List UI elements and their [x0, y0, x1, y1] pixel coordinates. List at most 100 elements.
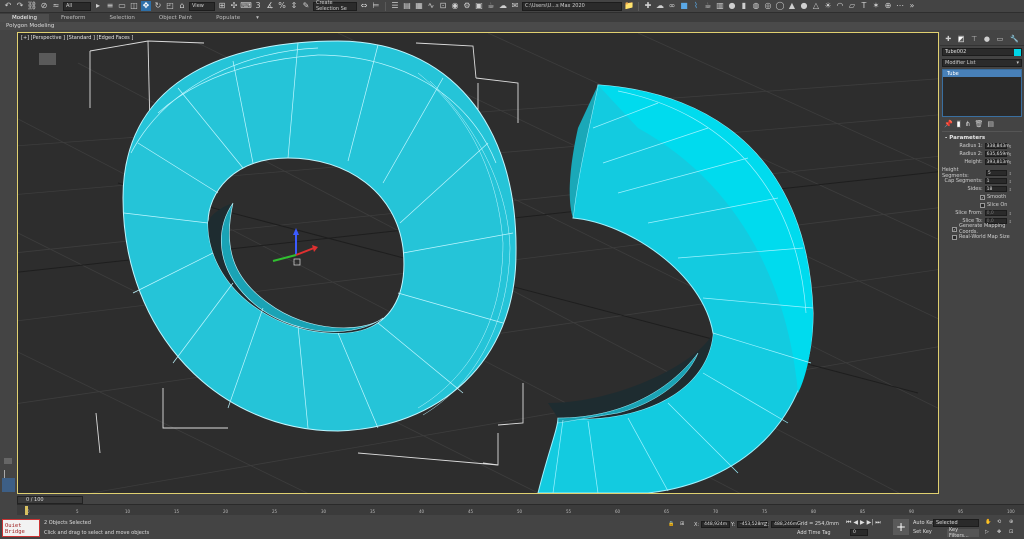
- motion-panel-icon[interactable]: ●: [984, 35, 990, 43]
- spinner-arrows-icon[interactable]: ⇕: [1009, 160, 1012, 165]
- sun-icon[interactable]: ☀: [823, 1, 833, 11]
- edit-named-sets-icon[interactable]: ✎: [301, 1, 311, 11]
- geosphere-icon[interactable]: ✶: [871, 1, 881, 11]
- spinner-arrows-icon[interactable]: ⇕: [1009, 211, 1012, 216]
- select-place-icon[interactable]: ⌂: [177, 1, 187, 11]
- angle-snap-icon[interactable]: ∡: [265, 1, 275, 11]
- smooth-checkbox[interactable]: ✓: [980, 194, 985, 200]
- gen-mapping-checkbox[interactable]: ✓: [952, 226, 957, 232]
- rendered-frame-window-icon[interactable]: ▣: [474, 1, 484, 11]
- unlink-icon[interactable]: ⊘: [39, 1, 49, 11]
- stack-item-tube[interactable]: Tube: [943, 70, 1021, 77]
- snaps-toggle-icon[interactable]: 3: [253, 1, 263, 11]
- named-selection-dropdown[interactable]: Create Selection Se: [313, 0, 357, 12]
- plane-icon[interactable]: ▱: [847, 1, 857, 11]
- key-selection-dropdown[interactable]: Selected: [933, 519, 979, 527]
- height-segments-spinner[interactable]: 5: [985, 170, 1007, 176]
- key-filters-button[interactable]: Key Filters...: [947, 527, 979, 539]
- spinner-snap-icon[interactable]: ⇕: [289, 1, 299, 11]
- go-to-end-icon[interactable]: ⏭: [875, 519, 880, 527]
- track-bar[interactable]: 0 5 10 15 20 25 30 35 40 45 50 55 60 65 70 75 80 85 90 95 10…: [17, 504, 1024, 515]
- select-manipulate-icon[interactable]: ✣: [229, 1, 239, 11]
- brick-icon[interactable]: ▥: [715, 1, 725, 11]
- hierarchy-panel-icon[interactable]: ⊤: [971, 35, 977, 43]
- add-time-tag-button[interactable]: Add Time Tag: [797, 530, 831, 536]
- cylinder-icon[interactable]: ▮: [739, 1, 749, 11]
- gen-mapping-checkbox-row[interactable]: ✓ Generate Mapping Coords.: [942, 223, 1022, 235]
- drop-icon[interactable]: ●: [727, 1, 737, 11]
- link-icon[interactable]: ⛓: [27, 1, 37, 11]
- spinner-arrows-icon[interactable]: ⇕: [1009, 152, 1012, 157]
- brush-icon[interactable]: ⌇: [691, 1, 701, 11]
- slice-on-checkbox-row[interactable]: Slice On: [942, 201, 1022, 209]
- viewcube-placeholder[interactable]: [39, 53, 56, 65]
- sides-spinner[interactable]: 18: [984, 186, 1007, 192]
- text-icon[interactable]: T: [859, 1, 869, 11]
- render-setup-icon[interactable]: ⚙: [462, 1, 472, 11]
- scene-explorer-icon[interactable]: ☰: [390, 1, 400, 11]
- perspective-viewport[interactable]: [+] [Perspective ] [Standard ] [Edged Fa…: [17, 32, 939, 494]
- current-frame-marker[interactable]: [25, 506, 28, 515]
- radius1-spinner[interactable]: 338,843m: [984, 143, 1010, 149]
- lock-selection-icon[interactable]: 🔒: [668, 521, 674, 527]
- maxscript-listener[interactable]: Ouiet Bridge: [2, 519, 40, 537]
- align-icon[interactable]: ⊨: [371, 1, 381, 11]
- field-of-view-icon[interactable]: ▷: [985, 529, 989, 535]
- polygon-modeling-label[interactable]: Polygon Modeling: [6, 23, 54, 29]
- slice-from-spinner[interactable]: 0,0: [984, 210, 1007, 216]
- spinner-arrows-icon[interactable]: ⇕: [1009, 171, 1012, 176]
- rect-selection-icon[interactable]: ▭: [117, 1, 127, 11]
- spinner-arrows-icon[interactable]: ⇕: [1009, 187, 1012, 192]
- project-folder-icon[interactable]: 📁: [624, 1, 634, 11]
- pin-stack-icon[interactable]: 📌: [944, 120, 953, 128]
- layer-explorer-icon[interactable]: ▤: [402, 1, 412, 11]
- z-coordinate-field[interactable]: 488,246m: [771, 521, 801, 528]
- select-by-name-icon[interactable]: ≡: [105, 1, 115, 11]
- modify-panel-icon[interactable]: ◩: [957, 34, 965, 43]
- tube-icon[interactable]: ◯: [775, 1, 785, 11]
- create-object-icon[interactable]: ✚: [643, 1, 653, 11]
- expand-icon[interactable]: »: [907, 1, 917, 11]
- remove-modifier-icon[interactable]: 🗑: [974, 120, 983, 128]
- cone-icon[interactable]: ▲: [787, 1, 797, 11]
- zoom-icon[interactable]: ⊕: [1009, 519, 1013, 525]
- radius2-spinner[interactable]: 635,659m: [984, 151, 1010, 157]
- selection-filter-dropdown[interactable]: All: [63, 1, 91, 11]
- smooth-checkbox-row[interactable]: ✓ Smooth: [942, 193, 1022, 201]
- dome-icon[interactable]: ◠: [835, 1, 845, 11]
- schematic-view-icon[interactable]: ⊡: [438, 1, 448, 11]
- pyramid-icon[interactable]: △: [811, 1, 821, 11]
- globe-icon[interactable]: ⊕: [883, 1, 893, 11]
- curve-editor-icon[interactable]: ∿: [426, 1, 436, 11]
- create-panel-icon[interactable]: ✚: [945, 35, 951, 43]
- sphere-icon[interactable]: ●: [799, 1, 809, 11]
- slice-on-checkbox[interactable]: [980, 202, 985, 208]
- object-name-field[interactable]: Tube002: [942, 48, 1022, 56]
- material-editor-icon[interactable]: ◉: [450, 1, 460, 11]
- reference-coordinate-dropdown[interactable]: View: [189, 1, 215, 11]
- tab-populate[interactable]: Populate: [204, 14, 252, 22]
- display-panel-icon[interactable]: ▭: [997, 35, 1004, 43]
- workspace-path-dropdown[interactable]: C:\Users\U...s Max 2020: [522, 1, 622, 11]
- play-icon[interactable]: ▶: [860, 519, 865, 527]
- make-unique-icon[interactable]: ⋔: [965, 120, 971, 128]
- modifier-stack[interactable]: Tube: [942, 69, 1022, 117]
- render-production-icon[interactable]: ☕: [486, 1, 496, 11]
- render-in-cloud-icon[interactable]: ☁: [498, 1, 508, 11]
- cap-segments-spinner[interactable]: 1: [984, 178, 1007, 184]
- teapot-icon[interactable]: ☕: [703, 1, 713, 11]
- viewport-layout-tab-icon[interactable]: [4, 458, 12, 464]
- select-and-scale-icon[interactable]: ◰: [165, 1, 175, 11]
- tab-selection[interactable]: Selection: [98, 14, 147, 22]
- chain-icon[interactable]: ∞: [667, 1, 677, 11]
- real-world-checkbox[interactable]: [952, 234, 957, 240]
- mirror-icon[interactable]: ⇔: [359, 1, 369, 11]
- set-key-button[interactable]: +: [893, 519, 909, 535]
- layout-thumbnail[interactable]: [2, 478, 15, 492]
- window-crossing-icon[interactable]: ◫: [129, 1, 139, 11]
- previous-frame-icon[interactable]: ◀: [853, 519, 858, 527]
- modifier-list-dropdown[interactable]: Modifier List ▾: [942, 59, 1022, 67]
- orbit-icon[interactable]: ⟲: [997, 519, 1001, 525]
- time-slider[interactable]: 0 / 100: [17, 496, 83, 504]
- walkthrough-icon[interactable]: ✥: [997, 529, 1001, 535]
